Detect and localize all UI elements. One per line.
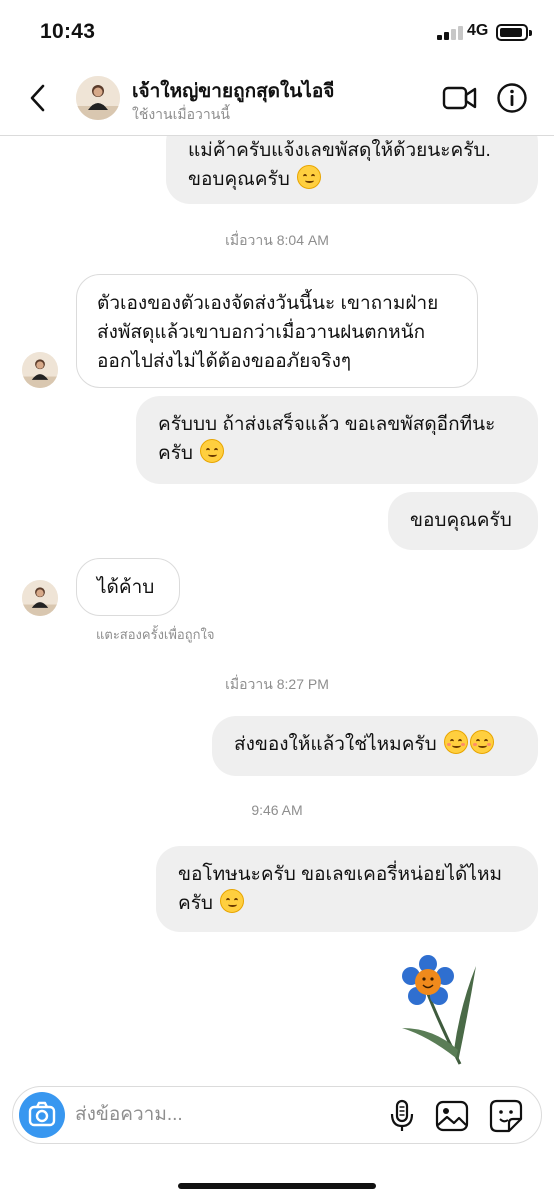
message-text: ครับ: [178, 893, 213, 914]
chat-header: เจ้าใหญ่ขายถูกสุดในไอจี ใช้งานเมื่อวานนี…: [0, 64, 554, 136]
message-bubble-outgoing[interactable]: ขอโทษนะครับ ขอเลขเคอรี่หน่อยได้ไหม ครับ: [156, 846, 538, 932]
status-time: 10:43: [40, 20, 96, 43]
video-camera-icon[interactable]: [442, 84, 478, 112]
smiling-face-with-smiling-eyes-icon: [443, 730, 468, 754]
message-bubble-outgoing[interactable]: ครับบบ ถ้าส่งเสร็จแล้ว ขอเลขพัสดุอีกทีนะ…: [136, 396, 538, 484]
message-composer: [12, 1086, 542, 1144]
message-text: ได้ค้าบ: [97, 577, 155, 598]
smiling-face-with-smiling-eyes-icon: [469, 730, 494, 754]
flower-sticker-icon[interactable]: [398, 954, 484, 1066]
signal-icon: [437, 26, 465, 40]
chevron-left-icon[interactable]: [24, 80, 54, 116]
microphone-icon[interactable]: [387, 1099, 417, 1133]
contact-name[interactable]: เจ้าใหญ่ขายถูกสุดในไอจี: [132, 76, 334, 106]
smiling-face-icon: [220, 889, 245, 913]
camera-icon[interactable]: [19, 1092, 65, 1138]
status-bar: 10:43 4G: [0, 0, 554, 64]
home-indicator[interactable]: [178, 1183, 376, 1189]
info-icon[interactable]: [496, 82, 528, 114]
message-text: ส่งของให้แล้วใช่ไหมครับ: [234, 734, 437, 755]
smiling-face-icon: [200, 439, 225, 463]
message-bubble-outgoing[interactable]: ส่งของให้แล้วใช่ไหมครับ: [212, 716, 538, 776]
message-text: ตัวเองของตัวเองจัดส่งวันนี้นะ เขาถามฝ่าย: [97, 293, 439, 314]
message-text: แม่ค้าครับแจ้งเลขพัสดุให้ด้วยนะครับ.: [188, 140, 491, 161]
message-text: ออกไปส่งไม่ได้ต้องขออภัยจริงๆ: [97, 351, 352, 372]
battery-icon: [496, 24, 532, 41]
avatar[interactable]: [22, 580, 58, 616]
avatar[interactable]: [22, 352, 58, 388]
avatar[interactable]: [76, 76, 120, 120]
network-type: 4G: [467, 22, 489, 39]
timestamp: 9:46 AM: [251, 802, 303, 818]
message-text: ขอบคุณครับ: [188, 169, 290, 190]
activity-status: ใช้งานเมื่อวานนี้: [132, 106, 230, 122]
smiling-face-icon: [297, 165, 322, 189]
double-tap-hint: แตะสองครั้งเพื่อถูกใจ: [96, 627, 215, 642]
sticker-icon[interactable]: [489, 1099, 523, 1133]
message-bubble-incoming[interactable]: ตัวเองของตัวเองจัดส่งวันนี้นะ เขาถามฝ่าย…: [76, 274, 478, 388]
message-text: ขอโทษนะครับ ขอเลขเคอรี่หน่อยได้ไหม: [178, 864, 503, 885]
timestamp: เมื่อวาน 8:27 PM: [225, 676, 329, 692]
message-text: ครับ: [158, 443, 193, 464]
message-bubble-outgoing[interactable]: ขอบคุณครับ: [388, 492, 538, 550]
message-text: ขอบคุณครับ: [410, 510, 512, 531]
message-input[interactable]: [75, 1087, 375, 1143]
message-text: ครับบบ ถ้าส่งเสร็จแล้ว ขอเลขพัสดุอีกทีนะ: [158, 414, 496, 435]
timestamp: เมื่อวาน 8:04 AM: [225, 232, 329, 248]
image-icon[interactable]: [435, 1099, 469, 1133]
message-bubble-incoming[interactable]: ได้ค้าบ: [76, 558, 180, 616]
message-text: ส่งพัสดุแล้วเขาบอกว่าเมื่อวานฝนตกหนัก: [97, 322, 426, 343]
